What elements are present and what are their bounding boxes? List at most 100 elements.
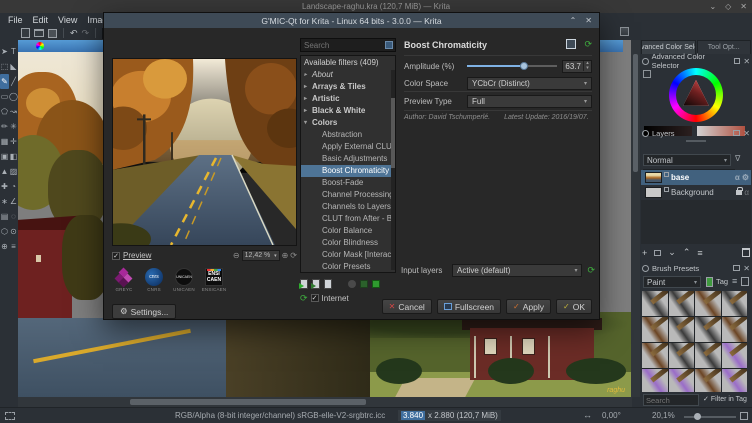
filter-item-channels-to-layers[interactable]: Channels to Layers xyxy=(301,201,395,213)
grid-view-icon[interactable] xyxy=(741,277,749,286)
layer-row-background[interactable]: Background α xyxy=(641,185,751,200)
tool-icon-freehand-brush-active[interactable]: ✎ xyxy=(0,74,9,89)
tool-icon[interactable]: ▨ xyxy=(9,164,18,179)
ok-button[interactable]: ✓ OK xyxy=(556,299,592,314)
brush-preset-thumb[interactable] xyxy=(668,369,694,392)
scrollbar-thumb[interactable] xyxy=(391,98,395,168)
delete-layer-icon[interactable] xyxy=(742,248,750,257)
filter-item-boost-chromaticity-selected[interactable]: Boost Chromaticity xyxy=(301,165,395,177)
layer-filter-icon[interactable]: ∇ xyxy=(735,154,740,163)
canvas-angle[interactable]: 0,00° xyxy=(602,411,621,420)
brush-preset-thumb[interactable] xyxy=(642,343,668,368)
preview-checkbox[interactable]: ✓ xyxy=(112,251,120,260)
float-docker-icon[interactable] xyxy=(733,58,741,64)
fave-folder-icon[interactable] xyxy=(348,279,356,288)
duplicate-layer-icon[interactable] xyxy=(654,249,662,256)
tool-icon[interactable]: ⬚ xyxy=(0,59,9,74)
search-options-icon[interactable] xyxy=(385,41,393,49)
tool-icon[interactable]: ▭ xyxy=(0,89,9,104)
brush-preset-thumb[interactable] xyxy=(721,369,747,392)
filter-category-black-white[interactable]: ▸ Black & White xyxy=(301,105,395,117)
open-document-icon[interactable] xyxy=(34,29,44,37)
brush-preset-thumb[interactable] xyxy=(668,317,694,342)
gmic-titlebar[interactable]: G'MIC-Qt for Krita - Linux 64 bits - 3.0… xyxy=(104,13,599,28)
color-history-icon[interactable] xyxy=(643,70,651,78)
canvas-detach-icon[interactable] xyxy=(620,27,629,36)
tool-icon[interactable]: ⊕ xyxy=(0,239,9,254)
tool-icon[interactable]: ∠ xyxy=(9,194,18,209)
docker-splitter[interactable] xyxy=(686,140,706,142)
tool-icon[interactable]: ⬡ xyxy=(0,224,9,239)
mirror-icon[interactable]: ↔ xyxy=(583,410,592,420)
canvas-horizontal-scrollbar[interactable] xyxy=(18,397,632,407)
tool-icon[interactable]: ✚ xyxy=(0,179,9,194)
tool-icon[interactable]: ◧ xyxy=(9,149,18,164)
close-docker-icon[interactable]: ✕ xyxy=(743,264,750,273)
update-filters-icon[interactable]: ⟳ xyxy=(300,293,308,304)
brush-preset-thumb[interactable] xyxy=(642,369,668,392)
reset-parameters-icon[interactable]: ⟳ xyxy=(584,39,592,50)
tool-icon[interactable]: ✏ xyxy=(0,119,9,134)
zoom-in-icon[interactable]: ⊕ xyxy=(282,251,289,260)
reset-zoom-icon[interactable]: ⟳ xyxy=(290,251,297,260)
tool-icon[interactable]: ◔ xyxy=(9,179,18,194)
maximize-icon[interactable]: ◇ xyxy=(725,2,731,11)
tool-icon[interactable]: ▦ xyxy=(0,134,9,149)
filter-list-scrollbar[interactable] xyxy=(391,70,395,270)
add-fave-icon[interactable] xyxy=(299,278,308,289)
layer-properties-icon[interactable]: ≡ xyxy=(697,248,702,258)
filter-item-color-blindness[interactable]: Color Blindness xyxy=(301,237,395,249)
layer-properties-icon[interactable]: ⚙ xyxy=(742,173,749,182)
filter-item-abstraction[interactable]: Abstraction xyxy=(301,129,395,141)
fullscreen-button[interactable]: Fullscreen xyxy=(436,299,502,314)
tool-icon[interactable]: ⊙ xyxy=(9,224,18,239)
amplitude-slider[interactable] xyxy=(467,60,557,72)
internet-checkbox[interactable]: ✓ xyxy=(310,294,319,302)
amplitude-spinbox[interactable]: 63.7 ▴ ▾ xyxy=(562,59,592,73)
move-layer-up-icon[interactable]: ⌃ xyxy=(683,247,691,258)
filter-item-color-mask-interactive[interactable]: Color Mask [Interactive] xyxy=(301,249,395,261)
slider-track[interactable] xyxy=(467,65,557,67)
menu-edit[interactable]: Edit xyxy=(28,15,54,25)
alpha-icon[interactable]: α xyxy=(744,188,749,197)
minimize-icon[interactable]: ⌄ xyxy=(709,2,716,11)
redo-icon[interactable]: ↷ xyxy=(82,28,90,39)
color-triangle[interactable] xyxy=(683,79,709,106)
preview-zoom-dropdown[interactable]: 12,42 % ▾ xyxy=(241,250,280,261)
layer-row-base[interactable]: base α ⚙ xyxy=(641,170,751,185)
filter-in-tag-checkbox[interactable]: ✓ Filter in Tag xyxy=(703,395,747,404)
cancel-button[interactable]: ✕ Cancel xyxy=(381,299,432,314)
tool-icon[interactable]: ▣ xyxy=(0,149,9,164)
spin-down-icon[interactable]: ▾ xyxy=(586,66,589,71)
tool-icon[interactable]: ✳ xyxy=(9,119,18,134)
filter-item-basic-adjustments[interactable]: Basic Adjustments xyxy=(301,153,395,165)
scrollbar-thumb[interactable] xyxy=(130,399,366,405)
filter-item-color-balance[interactable]: Color Balance xyxy=(301,225,395,237)
remove-fave-icon[interactable] xyxy=(324,278,332,289)
filter-category-arrays-tiles[interactable]: ▸ Arrays & Tiles xyxy=(301,81,395,93)
filter-item-apply-external-clut[interactable]: Apply External CLUT xyxy=(301,141,395,153)
move-layer-down-icon[interactable]: ⌄ xyxy=(668,247,676,258)
settings-button[interactable]: ⚙ Settings... xyxy=(112,304,177,319)
filter-item-color-presets[interactable]: Color Presets xyxy=(301,261,395,272)
brush-search-input[interactable] xyxy=(644,395,698,405)
alpha-icon[interactable]: α xyxy=(735,173,740,182)
brush-preset-thumb[interactable] xyxy=(695,317,721,342)
tool-icon[interactable]: T xyxy=(9,44,18,59)
add-layer-icon[interactable]: + xyxy=(642,248,647,258)
close-docker-icon[interactable]: ✕ xyxy=(743,129,750,138)
slider-handle[interactable] xyxy=(520,62,529,70)
zoom-slider-thumb[interactable] xyxy=(694,413,701,420)
filter-category-artistic[interactable]: ▸ Artistic xyxy=(301,93,395,105)
brush-tag-dropdown[interactable]: Paint ▾ xyxy=(643,276,701,288)
menu-file[interactable]: File xyxy=(3,15,28,25)
filter-search-input[interactable] xyxy=(301,40,385,50)
color-wheel[interactable] xyxy=(669,68,723,122)
brush-preset-thumb[interactable] xyxy=(721,317,747,342)
save-icon[interactable] xyxy=(48,28,57,38)
zoom-percentage[interactable]: 20,1% xyxy=(652,411,675,420)
tool-icon[interactable]: ◣ xyxy=(9,59,18,74)
tool-icon[interactable]: ➤ xyxy=(0,44,9,59)
rename-fave-icon[interactable] xyxy=(311,278,320,289)
brush-preset-thumb[interactable] xyxy=(721,291,747,316)
